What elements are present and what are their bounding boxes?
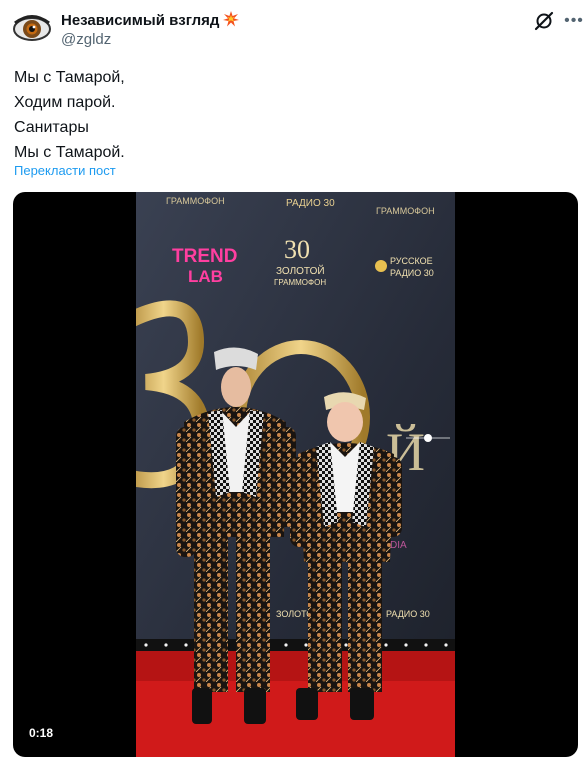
grok-icon[interactable]: [531, 8, 557, 34]
tweet-text: Мы с Тамарой, Ходим парой. Санитары Мы с…: [14, 65, 125, 165]
logo-text-grammofon-3: ГРАММОФОН: [274, 278, 326, 287]
logo-text-lab: LAB: [188, 267, 223, 286]
video-duration: 0:18: [29, 726, 54, 740]
tweet-line: Мы с Тамарой,: [14, 69, 125, 86]
video-still-image: ГРАММОФОН РАДИО 30 ГРАММОФОН TREND LAB 3…: [136, 192, 455, 757]
logo-text-russkoe: РУССКОЕ: [390, 256, 433, 266]
author-handle[interactable]: @zgldz: [61, 31, 111, 48]
logo-text-radio-3: РАДИО 30: [386, 609, 430, 619]
logo-text-grammofon-2: ГРАММОФОН: [376, 206, 435, 216]
collision-emoji-icon: [223, 11, 240, 31]
logo-text-zolotoy: ЗОЛОТОЙ: [276, 264, 325, 277]
video-player[interactable]: ГРАММОФОН РАДИО 30 ГРАММОФОН TREND LAB 3…: [13, 192, 578, 757]
tweet-line: Мы с Тамарой.: [14, 144, 125, 161]
translate-post-link[interactable]: Перекласти пост: [14, 163, 116, 178]
logo-text-30: 30: [284, 235, 310, 264]
display-name-text: Независимый взгляд: [61, 12, 220, 29]
tweet: Независимый взгляд @zgldz ••• Мы с Тамар…: [0, 0, 588, 767]
logo-text-grammofon: ГРАММОФОН: [166, 196, 225, 206]
video-frame: ГРАММОФОН РАДИО 30 ГРАММОФОН TREND LAB 3…: [136, 192, 455, 757]
logo-text-radio-2: РАДИО 30: [390, 268, 434, 278]
logo-text-trend: TREND: [172, 246, 237, 267]
tweet-line: Ходим парой.: [14, 94, 116, 111]
tweet-line: Санитары: [14, 119, 89, 136]
logo-text-radio: РАДИО 30: [286, 198, 335, 209]
avatar-eye-icon[interactable]: [13, 12, 51, 46]
more-options-icon[interactable]: •••: [563, 8, 585, 34]
author-display-name[interactable]: Независимый взгляд: [61, 11, 240, 31]
